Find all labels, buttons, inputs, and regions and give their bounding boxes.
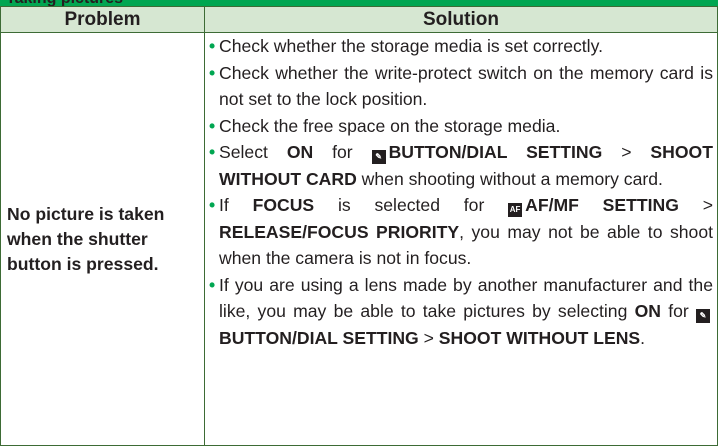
- solution-cell: Check whether the storage media is set c…: [204, 32, 718, 446]
- troubleshooting-table: Problem Solution No picture is taken whe…: [0, 6, 718, 446]
- solution-keyword: BUTTON/DIAL SETTING: [219, 327, 419, 348]
- solution-text: Check whether the storage media is set c…: [219, 36, 603, 56]
- solution-text: Select: [219, 142, 287, 162]
- solution-item: Check whether the storage media is set c…: [209, 33, 713, 60]
- solution-text: Check whether the write-protect switch o…: [219, 62, 713, 110]
- solution-text: .: [640, 327, 646, 348]
- table-row: No picture is taken when the shutter but…: [0, 32, 718, 446]
- solution-keyword: ON: [634, 301, 661, 321]
- solution-header: Solution: [204, 6, 718, 33]
- solution-item: Check the free space on the storage medi…: [209, 113, 713, 140]
- problem-line: when the shutter: [7, 228, 148, 249]
- solution-text: Check the free space on the storage medi…: [219, 115, 561, 136]
- solution-text: when shooting without a memory card.: [356, 168, 663, 189]
- solution-text: for: [313, 142, 372, 162]
- af-mf-setting-icon: AF: [508, 203, 523, 217]
- solution-item: If FOCUS is selected for AFAF/MF SETTING…: [209, 192, 713, 272]
- solution-text: >: [418, 327, 439, 348]
- solution-keyword: RELEASE/FOCUS PRIORITY: [219, 221, 460, 242]
- button-dial-setting-icon: ✎: [696, 309, 710, 323]
- table-header-row: Problem Solution: [0, 6, 718, 33]
- solution-text: for: [661, 301, 696, 321]
- problem-line: No picture is taken: [7, 203, 165, 224]
- solution-item: If you are using a lens made by another …: [209, 272, 713, 352]
- solution-keyword: FOCUS: [252, 195, 315, 215]
- solution-item: Check whether the write-protect switch o…: [209, 60, 713, 113]
- solution-item: Select ON for ✎BUTTON/DIAL SETTING > SHO…: [209, 139, 713, 192]
- solution-text: If: [219, 195, 253, 215]
- solution-keyword: SHOOT WITHOUT LENS: [438, 327, 641, 348]
- solution-text: is selected for: [314, 195, 509, 215]
- solution-text: >: [602, 142, 651, 162]
- solution-keyword: BUTTON/DIAL SETTING: [388, 142, 603, 162]
- solution-text: >: [678, 195, 713, 215]
- solution-keyword: ON: [286, 142, 314, 162]
- button-dial-setting-icon: ✎: [371, 150, 386, 164]
- solution-keyword: AF/MF SETTING: [525, 195, 679, 215]
- solution-list: Check whether the storage media is set c…: [209, 33, 713, 351]
- problem-header: Problem: [0, 6, 205, 33]
- problem-cell: No picture is taken when the shutter but…: [0, 32, 205, 446]
- problem-line: button is pressed.: [7, 253, 159, 274]
